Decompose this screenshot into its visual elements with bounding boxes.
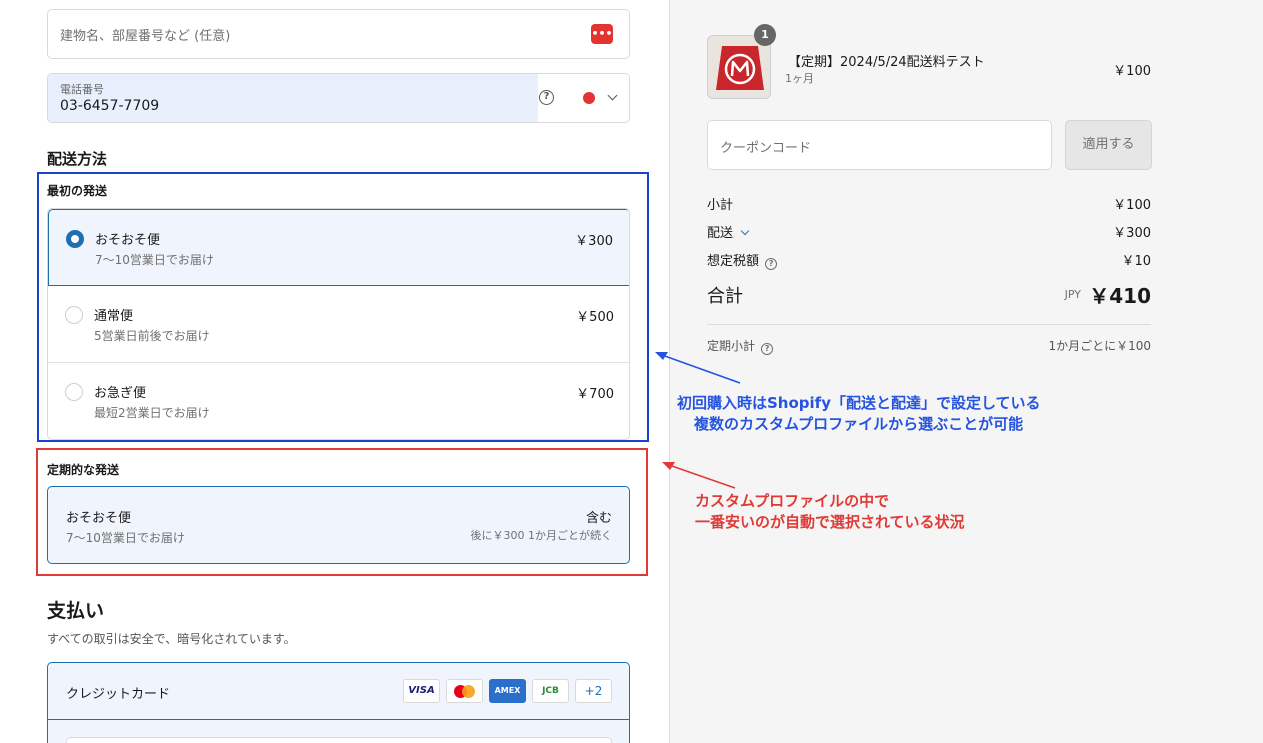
- annotation-box-blue: [37, 172, 649, 442]
- product-price: ￥100: [1113, 64, 1151, 79]
- tax-label: 想定税額: [707, 254, 760, 269]
- visa-icon: VISA: [403, 679, 440, 703]
- divider: [707, 324, 1151, 325]
- shipping-value: ￥300: [1113, 226, 1151, 241]
- currency-code: JPY: [1064, 288, 1081, 301]
- product-variant: 1ヶ月: [785, 72, 814, 85]
- total-label: 合計: [707, 286, 743, 307]
- recurring-subtotal-label: 定期小計: [707, 339, 756, 353]
- annotation-blue-line2: 複数のカスタムプロファイルから選ぶことが可能: [694, 415, 1024, 433]
- shipping-label: 配送: [707, 226, 734, 241]
- japan-flag-icon[interactable]: [583, 92, 595, 104]
- shipping-method-title: 配送方法: [47, 150, 108, 168]
- amex-icon: AMEX: [489, 679, 526, 703]
- coupon-input[interactable]: クーポンコード: [707, 120, 1052, 170]
- subtotal-label: 小計: [707, 198, 734, 213]
- help-icon[interactable]: ?: [539, 90, 554, 105]
- annotation-red-line1: カスタムプロファイルの中で: [695, 492, 890, 510]
- total-value: ￥410: [1089, 284, 1151, 308]
- annotation-blue-line1: 初回購入時はShopify「配送と配達」で設定している: [677, 394, 1041, 412]
- address-line2-placeholder: 建物名、部屋番号など (任意): [60, 29, 231, 44]
- help-icon[interactable]: ?: [761, 343, 774, 355]
- recurring-subtotal-value: 1か月ごとに￥100: [1048, 339, 1151, 353]
- product-name: 【定期】2024/5/24配送料テスト: [788, 55, 985, 70]
- phone-field[interactable]: 電話番号 03-6457-7709 ?: [47, 73, 630, 123]
- annotation-box-red: [36, 448, 648, 576]
- apply-coupon-button[interactable]: 適用する: [1065, 120, 1152, 170]
- chevron-down-icon[interactable]: [740, 226, 750, 236]
- coupon-placeholder: クーポンコード: [720, 141, 812, 156]
- mastercard-icon: [446, 679, 483, 703]
- autofill-icon[interactable]: •••: [591, 24, 613, 44]
- card-number-field[interactable]: [66, 737, 612, 743]
- address-line2-field[interactable]: 建物名、部屋番号など (任意) •••: [47, 9, 630, 59]
- tax-value: ￥10: [1121, 254, 1151, 269]
- payment-subtitle: すべての取引は安全で、暗号化されています。: [47, 632, 296, 646]
- subtotal-value: ￥100: [1113, 198, 1151, 213]
- credit-card-label: クレジットカード: [66, 687, 171, 702]
- order-summary: 1 【定期】2024/5/24配送料テスト 1ヶ月 ￥100 クーポンコード 適…: [669, 0, 1263, 743]
- phone-label: 電話番号: [60, 83, 104, 96]
- more-cards-badge: +2: [575, 679, 612, 703]
- payment-method-box: クレジットカード VISA AMEX JCB +2: [47, 662, 630, 743]
- phone-value[interactable]: 03-6457-7709: [60, 98, 159, 114]
- checkout-page: 建物名、部屋番号など (任意) ••• 電話番号 03-6457-7709 ? …: [0, 0, 1263, 743]
- jcb-icon: JCB: [532, 679, 569, 703]
- credit-card-option[interactable]: クレジットカード VISA AMEX JCB +2: [48, 663, 629, 720]
- annotation-text-blue: 初回購入時はShopify「配送と配達」で設定している 複数のカスタムプロファイ…: [677, 393, 1041, 435]
- help-icon[interactable]: ?: [765, 258, 778, 270]
- annotation-text-red: カスタムプロファイルの中で 一番安いのが自動で選択されている状況: [695, 491, 965, 533]
- quantity-badge: 1: [754, 24, 776, 46]
- payment-title: 支払い: [47, 600, 105, 622]
- annotation-red-line2: 一番安いのが自動で選択されている状況: [695, 513, 965, 531]
- chevron-down-icon[interactable]: [607, 90, 618, 101]
- card-icons: VISA AMEX JCB +2: [403, 679, 612, 703]
